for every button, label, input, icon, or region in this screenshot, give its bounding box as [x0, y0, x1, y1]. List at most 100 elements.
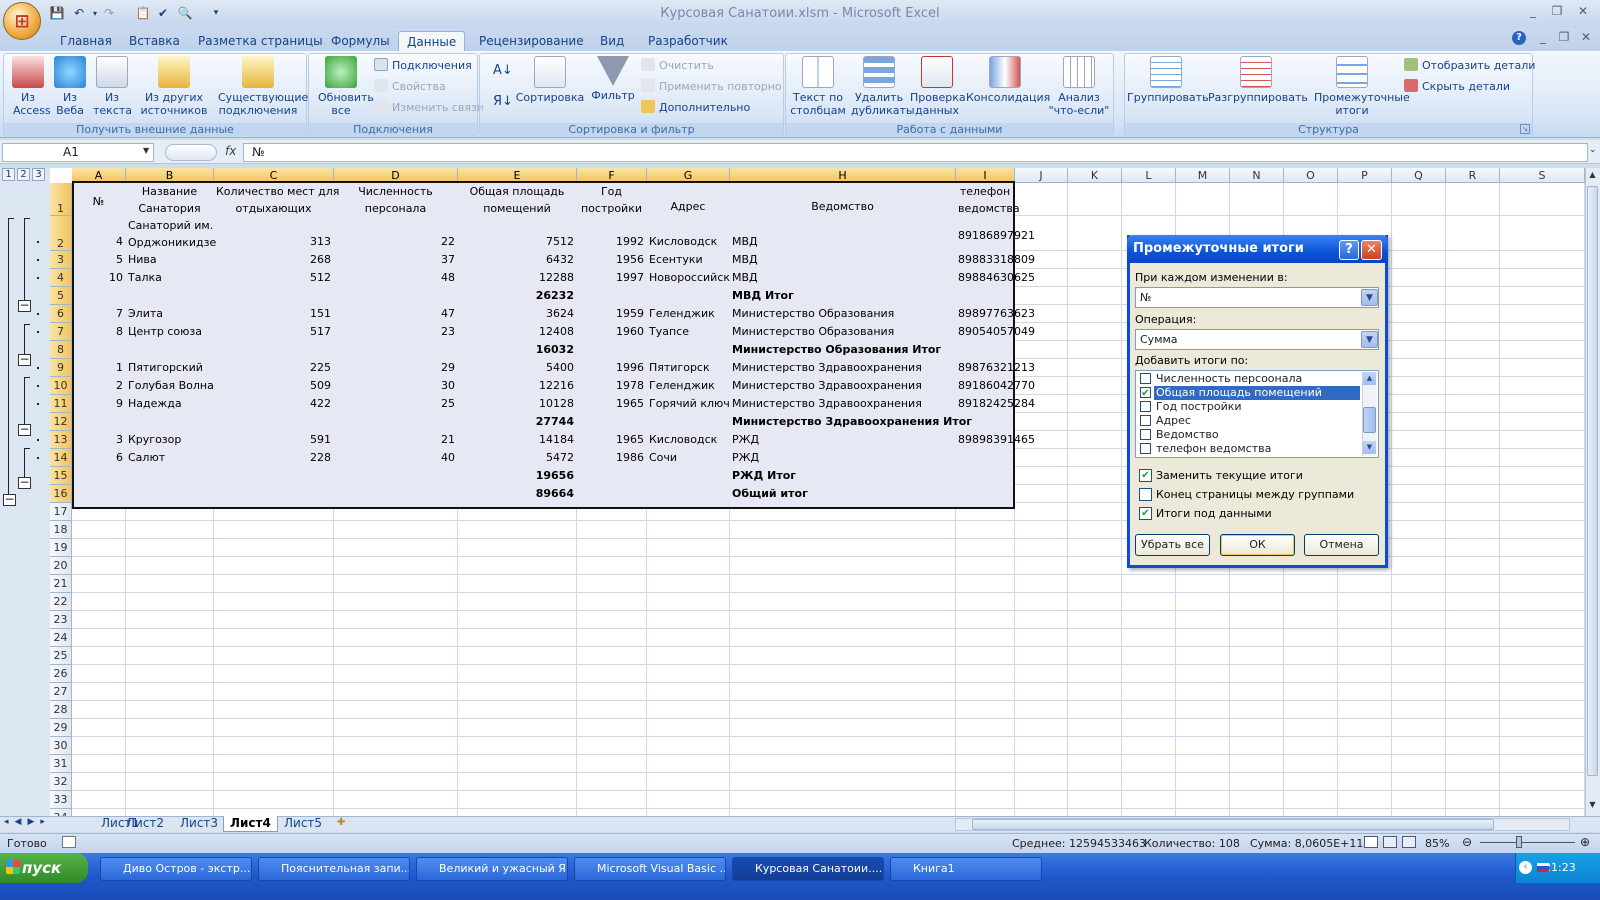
row-header[interactable]: 30 [50, 737, 72, 755]
data-cell-c[interactable]: 422 [216, 395, 331, 413]
sheet-tab-5[interactable]: Лист5 [278, 816, 328, 832]
minimize-icon[interactable]: _ [1522, 4, 1544, 22]
data-validation-button[interactable]: Проверка данных [909, 56, 966, 117]
ok-button[interactable]: ОК [1220, 534, 1295, 556]
total-cell-e[interactable]: 19656 [460, 467, 574, 485]
column-header-n[interactable]: N [1230, 168, 1284, 183]
column-header-s[interactable]: S [1500, 168, 1585, 183]
close-icon[interactable]: ✕ [1572, 4, 1594, 22]
row-header[interactable]: 22 [50, 593, 72, 611]
data-cell-e[interactable]: 12216 [460, 377, 574, 395]
office-button[interactable]: ⊞ [3, 2, 41, 40]
summary-below-label[interactable]: Итоги под данными [1156, 507, 1272, 520]
data-cell-b[interactable]: Надежда [128, 395, 211, 413]
data-cell-c[interactable]: 509 [216, 377, 331, 395]
data-cell-c[interactable]: 591 [216, 431, 331, 449]
subtotal-field-item[interactable]: Ведомство [1136, 428, 1362, 442]
data-cell-e[interactable]: 3624 [460, 305, 574, 323]
row-header[interactable]: 7 [50, 323, 72, 341]
field-checkbox[interactable] [1140, 401, 1151, 412]
outline-collapse-button[interactable]: − [18, 423, 31, 436]
data-cell-a[interactable]: 5 [74, 251, 123, 269]
data-cell-b[interactable]: Центр союза [128, 323, 211, 341]
expand-formula-bar-icon[interactable]: ⌄ [1589, 145, 1597, 155]
reapply-button[interactable]: Применить повторно [641, 78, 782, 96]
ungroup-button[interactable]: Разгруппировать [1208, 56, 1308, 104]
row-header[interactable]: 8 [50, 341, 72, 359]
workbook-restore-icon[interactable]: ❐ [1553, 30, 1575, 48]
dialog-help-icon[interactable]: ? [1339, 240, 1359, 260]
data-cell-f[interactable]: 1992 [579, 216, 644, 251]
subtotal-field-item[interactable]: Численность персоонала [1136, 372, 1362, 386]
scroll-up-icon[interactable]: ▲ [1586, 170, 1599, 183]
row-header[interactable]: 6 [50, 305, 72, 323]
row-header[interactable]: 2 [50, 216, 72, 251]
subtotal-field-item[interactable]: ✔ Общая площадь помещений [1136, 386, 1362, 400]
field-checkbox[interactable] [1140, 373, 1151, 384]
replace-subtotals-label[interactable]: Заменить текущие итоги [1156, 469, 1303, 482]
language-flag-icon[interactable] [1537, 863, 1549, 872]
total-cell-h[interactable]: РЖД Итог [732, 467, 953, 485]
row-header[interactable]: 29 [50, 719, 72, 737]
column-header-j[interactable]: J [1015, 168, 1068, 183]
data-cell-d[interactable]: 25 [336, 395, 455, 413]
from-text-button[interactable]: Из текста [92, 56, 132, 117]
tab-home[interactable]: Главная [52, 31, 120, 51]
name-box[interactable]: A1 [2, 143, 154, 162]
data-cell-d[interactable]: 29 [336, 359, 455, 377]
data-cell-e[interactable]: 12288 [460, 269, 574, 287]
header-cell-c[interactable]: Количество мест для отдыхающих [216, 183, 339, 216]
formula-bar-divider-handle[interactable] [165, 144, 217, 161]
tab-formulas[interactable]: Формулы [323, 31, 398, 51]
insert-sheet-icon[interactable]: ✚ [337, 817, 355, 831]
insert-function-icon[interactable]: fx [225, 144, 236, 158]
tab-data[interactable]: Данные [398, 31, 466, 51]
data-cell-h[interactable]: Министерство Образования [732, 305, 953, 323]
row-header[interactable]: 12 [50, 413, 72, 431]
from-other-sources-button[interactable]: Из других источников [137, 56, 211, 117]
data-cell-f[interactable]: 1960 [579, 323, 644, 341]
data-cell-a[interactable]: 6 [74, 449, 123, 467]
zoom-out-icon[interactable]: ⊖ [1462, 835, 1472, 849]
data-cell-h[interactable]: МВД [732, 269, 953, 287]
outline-collapse-button[interactable]: − [3, 493, 16, 506]
tab-developer[interactable]: Разработчик [640, 31, 736, 51]
data-cell-e[interactable]: 14184 [460, 431, 574, 449]
remove-all-button[interactable]: Убрать все [1135, 534, 1210, 556]
data-cell-a[interactable]: 1 [74, 359, 123, 377]
row-header[interactable]: 21 [50, 575, 72, 593]
consolidate-button[interactable]: Консолидация [966, 56, 1050, 104]
summary-below-checkbox[interactable]: ✔ [1139, 507, 1152, 520]
field-checkbox[interactable] [1140, 443, 1151, 454]
data-cell-h[interactable]: МВД [732, 251, 953, 269]
row-header[interactable]: 31 [50, 755, 72, 773]
data-cell-a[interactable]: 4 [74, 216, 123, 251]
row-header[interactable]: 23 [50, 611, 72, 629]
data-cell-h[interactable]: Министерство Здравоохранения [732, 395, 953, 413]
sort-az-icon[interactable]: A↓ [493, 63, 513, 78]
data-cell-a[interactable]: 10 [74, 269, 123, 287]
replace-subtotals-checkbox[interactable]: ✔ [1139, 469, 1152, 482]
data-cell-i[interactable]: 89182425284 [958, 395, 1035, 413]
header-cell-b[interactable]: Название Санатория [128, 183, 211, 216]
data-cell-f[interactable]: 1965 [579, 395, 644, 413]
total-cell-h[interactable]: МВД Итог [732, 287, 953, 305]
operation-select[interactable]: Сумма [1135, 329, 1379, 350]
tab-insert[interactable]: Вставка [121, 31, 188, 51]
dialog-close-icon[interactable]: ✕ [1361, 240, 1382, 260]
taskbar-item-excel-active[interactable]: Курсовая Санатоии.... [732, 857, 884, 881]
data-cell-c[interactable]: 512 [216, 269, 331, 287]
header-cell-h[interactable]: Ведомство [732, 183, 953, 216]
from-access-button[interactable]: Из Access [7, 56, 51, 117]
total-cell-e[interactable]: 26232 [460, 287, 574, 305]
help-icon[interactable]: ? [1512, 31, 1526, 45]
field-checkbox[interactable] [1140, 415, 1151, 426]
data-cell-b[interactable]: Санаторий им. Орджоникидзе [128, 216, 216, 251]
tab-page-layout[interactable]: Разметка страницы [190, 31, 331, 51]
row-header[interactable]: 33 [50, 791, 72, 809]
subtotal-field-item[interactable]: Адрес [1136, 414, 1362, 428]
taskbar-item-vba[interactable]: Microsoft Visual Basic ... [574, 857, 726, 881]
row-header[interactable]: 5 [50, 287, 72, 305]
data-cell-h[interactable]: Министерство Образования [732, 323, 953, 341]
outline-collapse-button[interactable]: − [18, 299, 31, 312]
